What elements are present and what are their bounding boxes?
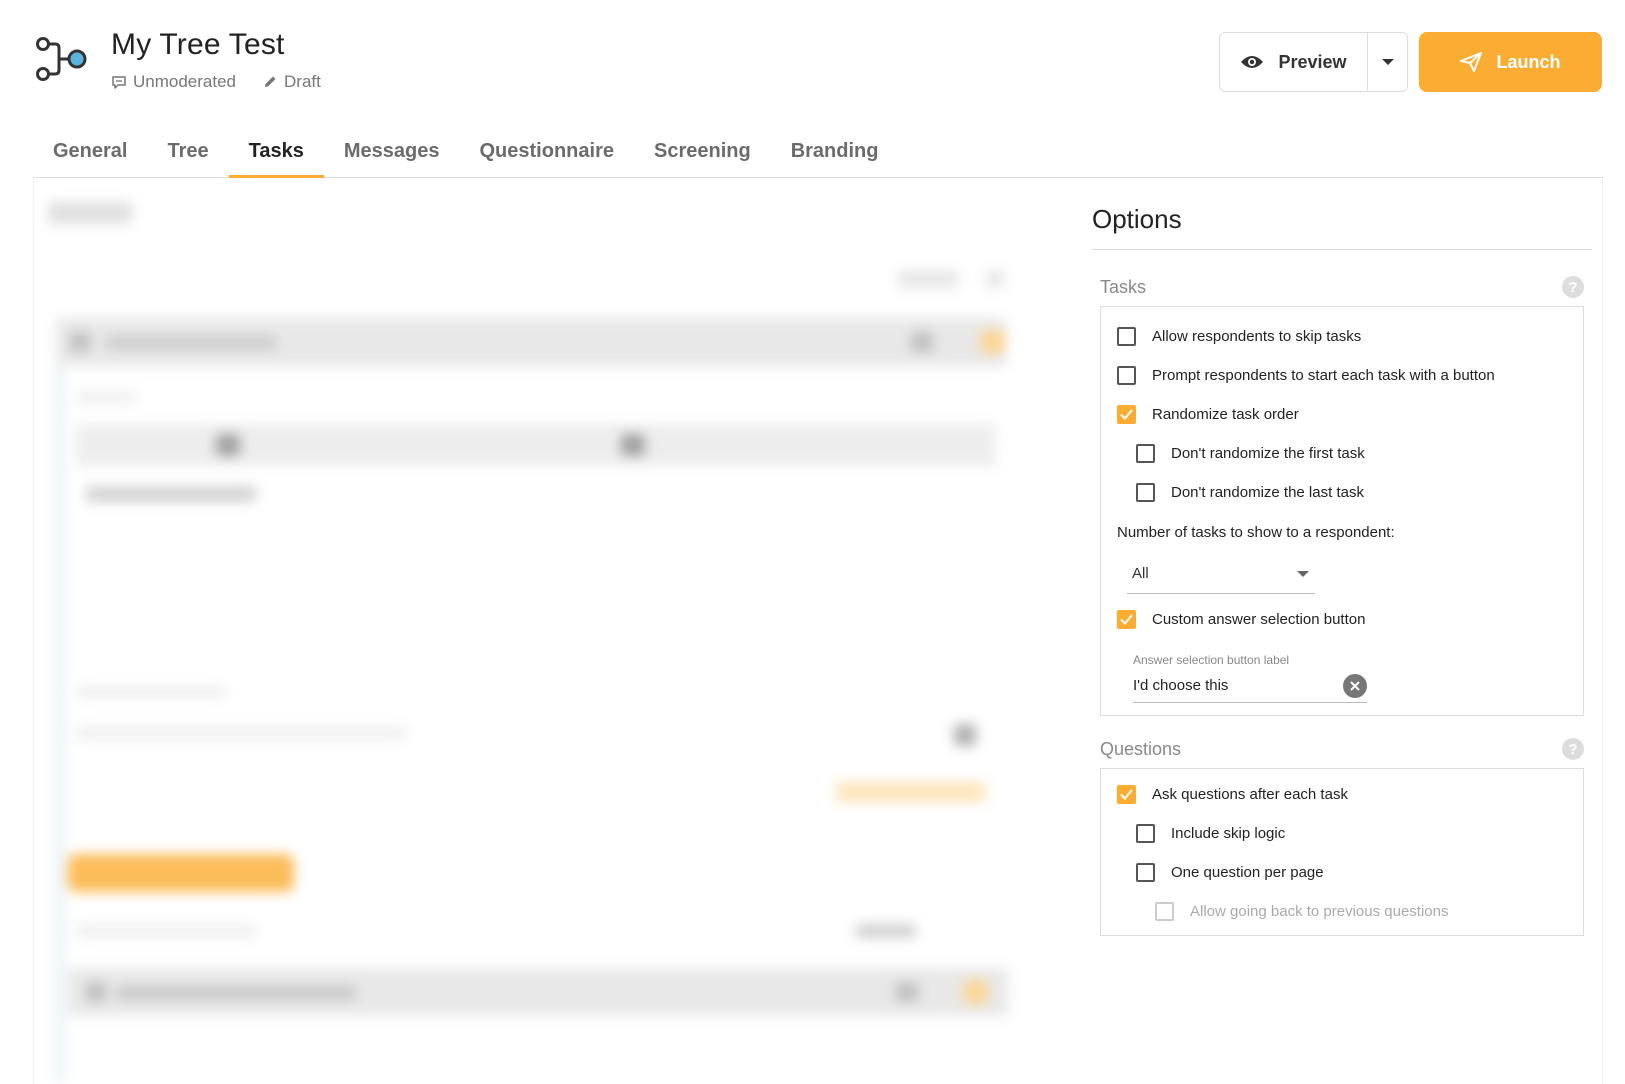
launch-label: Launch (1496, 51, 1561, 72)
chevron-down-icon (1381, 59, 1394, 65)
launch-button[interactable]: Launch (1419, 32, 1602, 92)
no-randomize-first-option[interactable]: Don't randomize the first task (1101, 434, 1583, 473)
no-randomize-last-option[interactable]: Don't randomize the last task (1101, 473, 1583, 512)
randomize-label: Randomize task order (1152, 406, 1299, 423)
tasks-section-header: Tasks ? (1092, 272, 1592, 302)
go-back-label: Allow going back to previous questions (1190, 903, 1449, 920)
custom-answer-label: Custom answer selection button (1152, 611, 1366, 628)
chat-bubble-icon (112, 76, 126, 89)
go-back-checkbox (1155, 902, 1174, 921)
test-meta: Unmoderated Draft (111, 72, 321, 92)
prompt-start-label: Prompt respondents to start each task wi… (1152, 367, 1495, 384)
num-tasks-label: Number of tasks to show to a respondent: (1117, 524, 1395, 541)
tab-bar: General Tree Tasks Messages Questionnair… (33, 128, 1603, 178)
answer-label-input[interactable] (1133, 677, 1323, 694)
tab-messages[interactable]: Messages (324, 128, 460, 178)
preview-button-group: Preview (1219, 32, 1408, 92)
options-panel: Options Tasks ? Allow respondents to ski… (1092, 178, 1592, 936)
tab-general[interactable]: General (33, 128, 147, 178)
tab-tasks[interactable]: Tasks (228, 128, 324, 178)
prompt-start-option[interactable]: Prompt respondents to start each task wi… (1101, 356, 1583, 395)
ask-after-checkbox[interactable] (1117, 785, 1136, 804)
tree-test-logo-icon (36, 37, 87, 81)
one-per-page-checkbox[interactable] (1136, 863, 1155, 882)
skip-logic-option[interactable]: Include skip logic (1101, 814, 1583, 853)
preview-button[interactable]: Preview (1220, 33, 1367, 91)
custom-answer-checkbox[interactable] (1117, 610, 1136, 629)
questions-section-label: Questions (1100, 738, 1182, 759)
custom-answer-option[interactable]: Custom answer selection button (1101, 600, 1583, 639)
no-randomize-last-label: Don't randomize the last task (1171, 484, 1364, 501)
mode-label: Unmoderated (133, 72, 237, 91)
questions-options-box: Ask questions after each task Include sk… (1100, 768, 1584, 936)
no-randomize-first-label: Don't randomize the first task (1171, 445, 1365, 462)
pencil-icon (265, 76, 276, 87)
checkmark-icon (1120, 409, 1133, 420)
options-title: Options (1092, 178, 1592, 250)
checkmark-icon (1120, 614, 1133, 625)
app-header: My Tree Test Unmoderated Draft Preview L… (0, 0, 1625, 120)
allow-skip-label: Allow respondents to skip tasks (1152, 328, 1362, 345)
tab-screening[interactable]: Screening (634, 128, 771, 178)
randomize-checkbox[interactable] (1117, 405, 1136, 424)
help-icon[interactable]: ? (1562, 738, 1584, 760)
tasks-panel: Options Tasks ? Allow respondents to ski… (33, 178, 1603, 1084)
one-per-page-option[interactable]: One question per page (1101, 853, 1583, 892)
one-per-page-label: One question per page (1171, 864, 1324, 881)
preview-dropdown-button[interactable] (1367, 33, 1407, 91)
answer-field-row (1133, 669, 1367, 703)
eye-icon (1241, 56, 1264, 68)
no-randomize-last-checkbox[interactable] (1136, 483, 1155, 502)
help-icon[interactable]: ? (1562, 276, 1584, 298)
tab-branding[interactable]: Branding (771, 128, 899, 178)
preview-label: Preview (1278, 51, 1347, 72)
ask-after-option[interactable]: Ask questions after each task (1101, 775, 1583, 814)
no-randomize-first-checkbox[interactable] (1136, 444, 1155, 463)
questions-section-header: Questions ? (1092, 734, 1592, 764)
blurred-task-editor (46, 178, 1066, 1084)
clear-icon[interactable] (1343, 673, 1367, 698)
randomize-option[interactable]: Randomize task order (1101, 395, 1583, 434)
skip-logic-label: Include skip logic (1171, 825, 1286, 842)
paper-plane-icon (1460, 52, 1483, 72)
ask-after-label: Ask questions after each task (1152, 786, 1348, 803)
num-tasks-select[interactable]: All (1127, 554, 1315, 594)
tasks-section-label: Tasks (1100, 276, 1147, 297)
prompt-start-checkbox[interactable] (1117, 366, 1136, 385)
status-label: Draft (284, 72, 321, 91)
allow-skip-checkbox[interactable] (1117, 327, 1136, 346)
tab-questionnaire[interactable]: Questionnaire (460, 128, 634, 178)
allow-skip-option[interactable]: Allow respondents to skip tasks (1101, 317, 1583, 356)
answer-field-label: Answer selection button label (1133, 653, 1290, 667)
chevron-down-icon (1297, 570, 1309, 577)
num-tasks-value: All (1132, 565, 1149, 582)
go-back-option: Allow going back to previous questions (1101, 892, 1583, 931)
page-title: My Tree Test (111, 28, 285, 61)
skip-logic-checkbox[interactable] (1136, 824, 1155, 843)
checkmark-icon (1120, 789, 1133, 800)
tab-tree[interactable]: Tree (147, 128, 228, 178)
answer-label-field: Answer selection button label (1133, 653, 1367, 703)
tasks-options-box: Allow respondents to skip tasks Prompt r… (1100, 306, 1584, 716)
